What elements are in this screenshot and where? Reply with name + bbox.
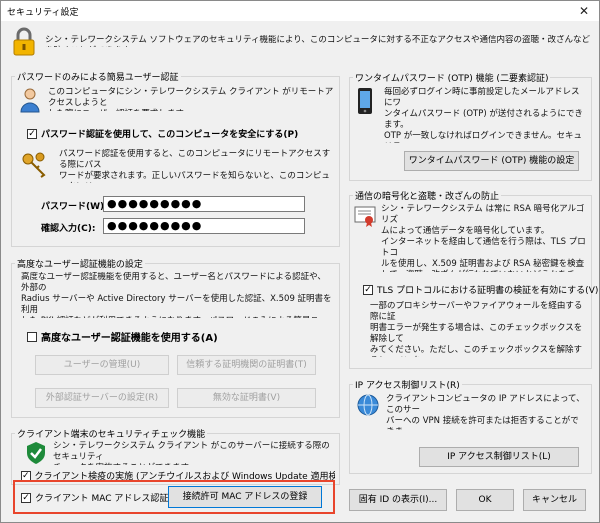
password-auth-group-label: パスワードのみによる簡易ユーザー認証 [15,70,181,83]
encryption-description: シン・テレワークシステム は常に RSA 暗号化アルゴリズ ムによって通信データ… [381,204,586,272]
smartphone-icon [358,88,372,114]
client-check-intro: シン・テレワークシステム クライアント がこのサーバーに接続する際のセキュリティ… [53,441,330,465]
password-auth-checkbox-label: パスワード認証を使用して、このコンピュータを安全にする(P) [41,130,299,140]
external-auth-server-button[interactable]: 外部認証サーバーの設定(R) [35,388,169,408]
password-auth-detail: パスワード認証を使用すると、このコンピュータにリモートアクセスする際にパス ワー… [59,149,331,183]
tls-verify-checkbox[interactable]: ✓ TLS プロトコルにおける証明書の検証を有効にする(V) [363,283,598,296]
confirm-label: 確認入力(C): [41,224,96,234]
show-unique-id-button[interactable]: 固有 ID の表示(I)... [349,489,447,511]
user-management-button[interactable]: ユーザーの管理(U) [35,355,169,375]
tls-note: 一部のプロキシサーバーやファイアウォールを経由する際に証 明書エラーが発生する場… [370,301,583,357]
cancel-button[interactable]: キャンセル [523,489,586,511]
network-globe-icon [357,394,379,416]
lock-icon [13,27,35,56]
title-bar: セキュリティ設定 ✕ [1,1,599,21]
key-icon [22,152,46,178]
register-mac-address-button[interactable]: 接続許可 MAC アドレスの登録 [168,486,322,508]
mac-auth-checkbox-box[interactable]: ✓ [21,492,31,503]
password-field[interactable]: ●●●●●●●●● [103,196,305,212]
advanced-auth-checkbox[interactable]: 高度なユーザー認証機能を使用する(A) [27,329,218,344]
ip-acl-group-label: IP アクセス制御リスト(R) [353,378,462,391]
ip-acl-button[interactable]: IP アクセス制御リスト(L) [419,447,579,467]
mac-auth-checkbox-label: クライアント MAC アドレス認証 [35,494,169,504]
invalid-certificates-button[interactable]: 無効な証明書(V) [177,388,316,408]
advanced-auth-checkbox-box[interactable] [27,331,37,342]
password-auth-checkbox[interactable]: ✓ パスワード認証を使用して、このコンピュータを安全にする(P) [27,127,298,140]
user-icon [20,88,40,113]
password-auth-checkbox-box[interactable]: ✓ [27,128,37,139]
tls-verify-checkbox-box[interactable]: ✓ [363,284,373,295]
advanced-auth-intro: 高度なユーザー認証機能を使用すると、ユーザー名とパスワードによる認証や、外部の … [21,272,332,318]
ok-button[interactable]: OK [456,489,514,511]
client-quarantine-checkbox-box[interactable]: ✓ [21,470,31,481]
encryption-group-label: 通信の暗号化と盗聴・改ざんの防止 [353,189,502,202]
header-description: シン・テレワークシステム ソフトウェアのセキュリティ機能により、このコンピュータ… [45,35,591,47]
otp-description: 毎回必ずログイン時に事前設定したメールアドレスにワ ンタイムパスワード (OTP… [384,87,583,143]
security-settings-window: セキュリティ設定 ✕ シン・テレワークシステム ソフトウェアのセキュリティ機能に… [0,0,600,523]
trusted-ca-button[interactable]: 信頼する証明機関の証明書(T) [177,355,316,375]
window-title: セキュリティ設定 [7,8,79,18]
otp-settings-button[interactable]: ワンタイムパスワード (OTP) 機能の設定 [404,151,579,171]
ip-acl-description: クライアントコンピュータの IP アドレスによって、このサー バーへの VPN … [386,394,585,430]
shield-check-icon [27,442,45,464]
tls-verify-checkbox-label: TLS プロトコルにおける証明書の検証を有効にする(V) [377,286,599,296]
otp-group-label: ワンタイムパスワード (OTP) 機能 (二要素認証) [353,71,551,84]
client-check-group-label: クライアント端末のセキュリティチェック機能 [15,427,208,440]
certificate-icon [354,206,376,227]
password-label: パスワード(W): [41,202,108,212]
advanced-auth-group-label: 高度なユーザー認証機能の設定 [15,257,145,270]
mac-auth-checkbox[interactable]: ✓ クライアント MAC アドレス認証 [21,491,168,504]
advanced-auth-checkbox-label: 高度なユーザー認証機能を使用する(A) [41,333,218,344]
confirm-password-field[interactable]: ●●●●●●●●● [103,218,305,234]
password-auth-intro: このコンピュータにシン・テレワークシステム クライアント がリモートアクセスしよ… [48,87,334,111]
close-button[interactable]: ✕ [569,1,599,21]
